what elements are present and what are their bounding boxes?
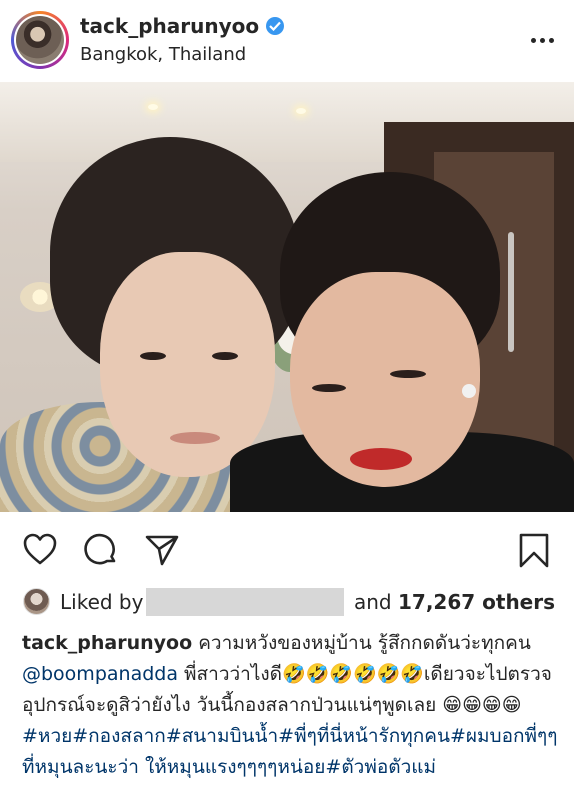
liker-avatar[interactable]	[23, 588, 50, 615]
person-left-face	[100, 252, 275, 477]
likes-row: Liked by and 17,267 others	[0, 582, 574, 622]
avatar-image	[16, 16, 64, 64]
ceiling-lamp	[148, 104, 158, 110]
verified-badge-icon	[266, 17, 285, 35]
person-right-face	[290, 272, 480, 487]
username-label[interactable]: tack_pharunyoo	[80, 14, 259, 38]
likes-count[interactable]: and 17,267 others	[354, 590, 555, 614]
post-caption: tack_pharunyoo ความหวังของหมู่บ้าน รู้สึ…	[22, 628, 562, 783]
post-photo[interactable]	[0, 82, 574, 512]
bookmark-icon[interactable]	[516, 532, 552, 568]
comment-icon[interactable]	[84, 532, 120, 568]
more-options-icon[interactable]	[531, 38, 554, 43]
ceiling-lamp	[296, 108, 306, 114]
caption-hashtags[interactable]: #หวย#กองสลาก#สนามบินน้ำ#พี่ๆที่นี่หน้ารั…	[22, 725, 557, 778]
earring	[462, 384, 476, 398]
post-location[interactable]: Bangkok, Thailand	[80, 44, 246, 65]
action-bar	[0, 512, 574, 582]
post-username[interactable]: tack_pharunyoo	[80, 14, 285, 38]
redacted-username	[146, 588, 344, 616]
heart-icon[interactable]	[22, 532, 58, 568]
profile-avatar[interactable]	[11, 11, 69, 69]
liked-by-label: Liked by	[60, 590, 144, 614]
share-icon[interactable]	[144, 532, 180, 568]
caption-username[interactable]: tack_pharunyoo	[22, 632, 192, 654]
caption-mention[interactable]: @boompanadda	[22, 663, 178, 685]
post-header: tack_pharunyoo Bangkok, Thailand	[0, 0, 574, 82]
caption-text-1: ความหวังของหมู่บ้าน รู้สึกกดดันว่ะทุกคน	[192, 632, 531, 654]
